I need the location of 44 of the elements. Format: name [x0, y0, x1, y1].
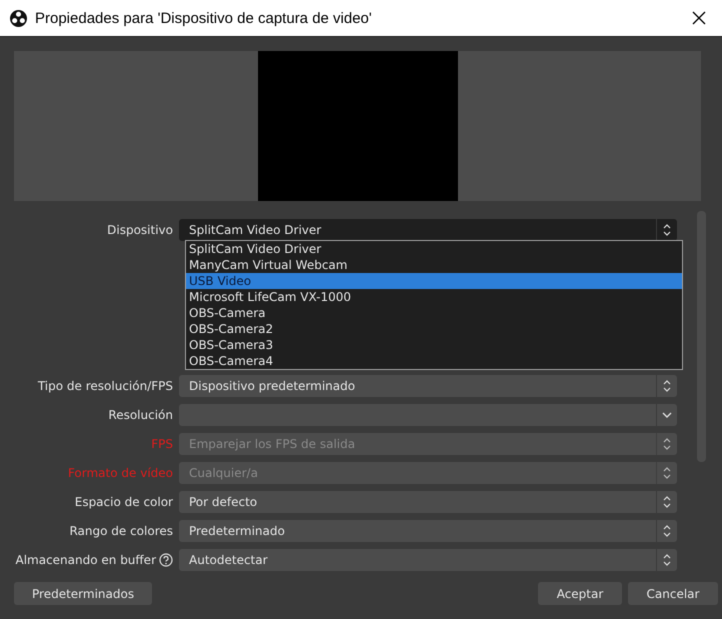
- device-select[interactable]: SplitCam Video Driver: [179, 219, 677, 241]
- select-field[interactable]: Autodetectar: [179, 549, 677, 571]
- dialog-button[interactable]: Cancelar: [628, 582, 718, 605]
- select-field[interactable]: [179, 404, 677, 426]
- select-value: Predeterminado: [188, 524, 286, 538]
- spinner-arrows-icon: [663, 467, 671, 479]
- field-label: Resolución: [108, 408, 173, 422]
- dropdown-option[interactable]: SplitCam Video Driver: [186, 241, 682, 257]
- dropdown-option[interactable]: ManyCam Virtual Webcam: [186, 257, 682, 273]
- select-field[interactable]: Por defecto: [179, 491, 677, 513]
- field-label: Rango de colores: [69, 524, 173, 538]
- spinner-arrows-icon: [663, 525, 671, 537]
- app-logo-icon: [10, 10, 27, 26]
- window-title: Propiedades para 'Dispositivo de captura de video': [35, 10, 373, 26]
- select-value: Autodetectar: [188, 553, 269, 567]
- dialog-button[interactable]: Aceptar: [538, 582, 622, 605]
- close-icon: [692, 11, 706, 25]
- dropdown-option[interactable]: USB Video: [186, 273, 682, 289]
- help-icon[interactable]: [159, 553, 173, 567]
- select-field[interactable]: Predeterminado: [179, 520, 677, 542]
- select-field[interactable]: Dispositivo predeterminado: [179, 375, 677, 397]
- dropdown-option[interactable]: OBS-Camera2: [186, 321, 682, 337]
- select-value: SplitCam Video Driver: [188, 223, 322, 237]
- select-value: Por defecto: [188, 495, 258, 509]
- field-label: Tipo de resolución/FPS: [38, 379, 173, 393]
- select-value: Dispositivo predeterminado: [188, 379, 356, 393]
- field-label: FPS: [151, 437, 173, 451]
- field-label: Dispositivo: [107, 223, 173, 237]
- spinner-arrows-icon: [663, 438, 671, 450]
- dropdown-option[interactable]: OBS-Camera4: [186, 353, 682, 369]
- select-value: Cualquier/a: [188, 466, 259, 480]
- spinner-arrows-icon: [663, 224, 671, 236]
- select-value: Emparejar los FPS de salida: [188, 437, 356, 451]
- chevron-down-icon: [662, 412, 672, 418]
- field-label: Almacenando en buffer: [15, 553, 156, 567]
- field-label: Espacio de color: [74, 495, 173, 509]
- spinner-arrows-icon: [663, 554, 671, 566]
- field-label: Formato de vídeo: [68, 466, 173, 480]
- dropdown-option[interactable]: OBS-Camera3: [186, 337, 682, 353]
- dropdown-option[interactable]: Microsoft LifeCam VX-1000: [186, 289, 682, 305]
- defaults-button[interactable]: Predeterminados: [14, 582, 152, 605]
- spinner-arrows-icon: [663, 380, 671, 392]
- dropdown-option[interactable]: OBS-Camera: [186, 305, 682, 321]
- spinner-arrows-icon: [663, 496, 671, 508]
